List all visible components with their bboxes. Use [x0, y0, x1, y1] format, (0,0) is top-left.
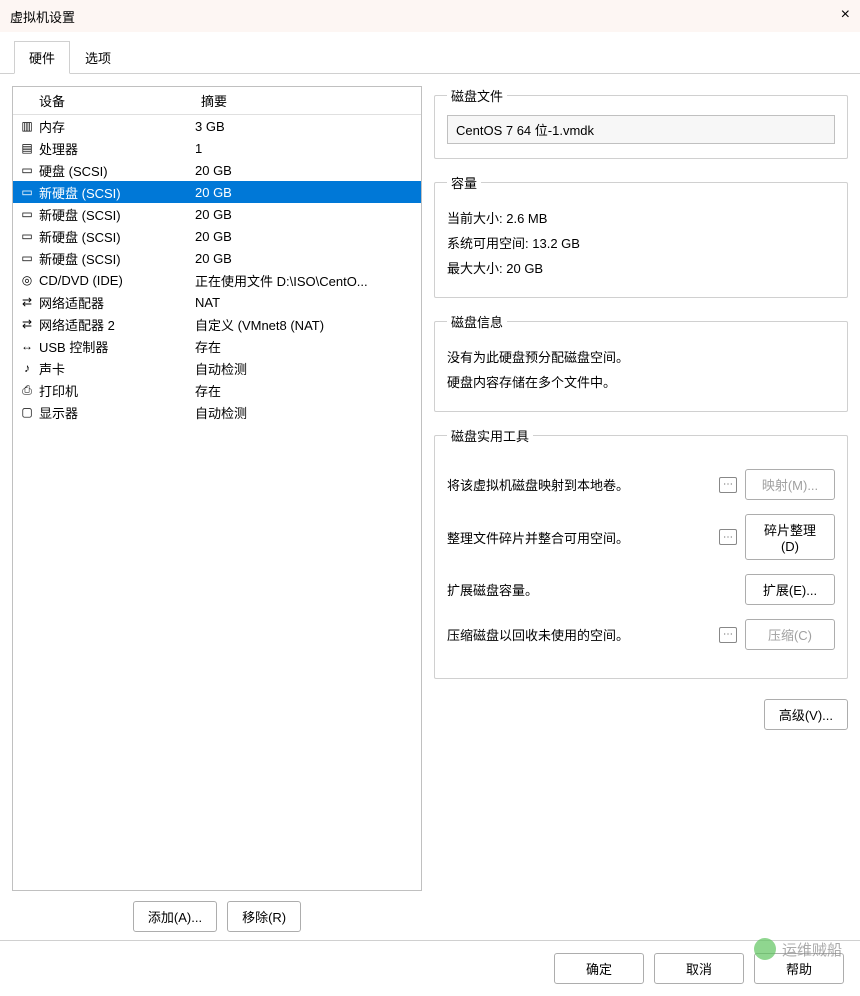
device-name: 新硬盘 (SCSI) [37, 249, 195, 268]
close-icon[interactable]: × [841, 6, 850, 24]
disk-icon: ▭ [17, 251, 37, 265]
device-summary: 存在 [195, 337, 417, 356]
util-expand-text: 扩展磁盘容量。 [447, 580, 711, 599]
device-summary: NAT [195, 295, 417, 310]
device-summary: 1 [195, 141, 417, 156]
disk-file-group: 磁盘文件 CentOS 7 64 位-1.vmdk [434, 86, 848, 159]
header-device[interactable]: 设备 [13, 87, 193, 114]
device-summary: 正在使用文件 D:\ISO\CentO... [195, 271, 417, 290]
network-icon: ⇄ [17, 317, 37, 331]
bottom-bar: 确定 取消 帮助 [0, 940, 860, 996]
disk-file-value[interactable]: CentOS 7 64 位-1.vmdk [447, 115, 835, 144]
device-summary: 自动检测 [195, 403, 417, 422]
device-row[interactable]: ⇄网络适配器NAT [13, 291, 421, 313]
device-summary: 自定义 (VMnet8 (NAT) [195, 315, 417, 334]
device-name: CD/DVD (IDE) [37, 273, 195, 288]
device-row[interactable]: ▤处理器1 [13, 137, 421, 159]
device-summary: 3 GB [195, 119, 417, 134]
ok-button[interactable]: 确定 [554, 953, 644, 984]
defrag-button[interactable]: 碎片整理(D) [745, 514, 835, 560]
util-defrag-text: 整理文件碎片并整合可用空间。 [447, 528, 711, 547]
hint-icon[interactable]: ⋯ [719, 477, 737, 493]
capacity-group: 容量 当前大小: 2.6 MB 系统可用空间: 13.2 GB 最大大小: 20… [434, 173, 848, 298]
device-list: 设备 摘要 ▥内存3 GB▤处理器1▭硬盘 (SCSI)20 GB▭新硬盘 (S… [12, 86, 422, 891]
disk-info-legend: 磁盘信息 [447, 312, 507, 331]
capacity-legend: 容量 [447, 173, 481, 192]
disk-file-legend: 磁盘文件 [447, 86, 507, 105]
device-name: 网络适配器 [37, 293, 195, 312]
sound-icon: ♪ [17, 361, 37, 375]
device-row[interactable]: ▭新硬盘 (SCSI)20 GB [13, 203, 421, 225]
titlebar: 虚拟机设置 × [0, 0, 860, 32]
device-row[interactable]: ♪声卡自动检测 [13, 357, 421, 379]
usb-icon: ↔ [17, 339, 37, 353]
device-name: 打印机 [37, 381, 195, 400]
disk-info-group: 磁盘信息 没有为此硬盘预分配磁盘空间。 硬盘内容存储在多个文件中。 [434, 312, 848, 412]
cpu-icon: ▤ [17, 141, 37, 155]
device-name: 处理器 [37, 139, 195, 158]
display-icon: ▢ [17, 405, 37, 419]
device-row[interactable]: ▭新硬盘 (SCSI)20 GB [13, 225, 421, 247]
device-summary: 20 GB [195, 163, 417, 178]
util-compact-text: 压缩磁盘以回收未使用的空间。 [447, 625, 711, 644]
tab-bar: 硬件 选项 [0, 40, 860, 74]
cd-icon: ◎ [17, 273, 37, 287]
disk-icon: ▭ [17, 207, 37, 221]
device-name: 新硬盘 (SCSI) [37, 205, 195, 224]
header-summary[interactable]: 摘要 [193, 87, 421, 114]
device-row[interactable]: ⇄网络适配器 2自定义 (VMnet8 (NAT) [13, 313, 421, 335]
device-summary: 存在 [195, 381, 417, 400]
tab-hardware[interactable]: 硬件 [14, 41, 70, 74]
device-summary: 自动检测 [195, 359, 417, 378]
tab-options[interactable]: 选项 [70, 41, 126, 74]
device-name: 硬盘 (SCSI) [37, 161, 195, 180]
device-summary: 20 GB [195, 207, 417, 222]
disk-utilities-legend: 磁盘实用工具 [447, 426, 533, 445]
device-name: 新硬盘 (SCSI) [37, 183, 195, 202]
device-row[interactable]: ▭新硬盘 (SCSI)20 GB [13, 181, 421, 203]
hint-icon[interactable]: ⋯ [719, 627, 737, 643]
disk-icon: ▭ [17, 185, 37, 199]
expand-button[interactable]: 扩展(E)... [745, 574, 835, 605]
map-button[interactable]: 映射(M)... [745, 469, 835, 500]
disk-icon: ▭ [17, 229, 37, 243]
disk-utilities-group: 磁盘实用工具 将该虚拟机磁盘映射到本地卷。 ⋯ 映射(M)... 整理文件碎片并… [434, 426, 848, 679]
capacity-current: 当前大小: 2.6 MB [447, 208, 835, 227]
device-summary: 20 GB [195, 185, 417, 200]
device-summary: 20 GB [195, 229, 417, 244]
network-icon: ⇄ [17, 295, 37, 309]
capacity-free: 系统可用空间: 13.2 GB [447, 233, 835, 252]
device-summary: 20 GB [195, 251, 417, 266]
disk-info-line2: 硬盘内容存储在多个文件中。 [447, 372, 835, 391]
disk-icon: ▭ [17, 163, 37, 177]
window-title: 虚拟机设置 [10, 7, 75, 26]
device-name: 显示器 [37, 403, 195, 422]
device-name: USB 控制器 [37, 337, 195, 356]
device-name: 内存 [37, 117, 195, 136]
hint-icon[interactable]: ⋯ [719, 529, 737, 545]
compact-button[interactable]: 压缩(C) [745, 619, 835, 650]
device-row[interactable]: ◎CD/DVD (IDE)正在使用文件 D:\ISO\CentO... [13, 269, 421, 291]
add-button[interactable]: 添加(A)... [133, 901, 217, 932]
device-row[interactable]: ▥内存3 GB [13, 115, 421, 137]
device-list-header: 设备 摘要 [13, 87, 421, 115]
device-row[interactable]: ↔USB 控制器存在 [13, 335, 421, 357]
advanced-button[interactable]: 高级(V)... [764, 699, 848, 730]
printer-icon: ⎙ [17, 383, 37, 398]
cancel-button[interactable]: 取消 [654, 953, 744, 984]
capacity-max: 最大大小: 20 GB [447, 258, 835, 277]
device-name: 网络适配器 2 [37, 315, 195, 334]
disk-info-line1: 没有为此硬盘预分配磁盘空间。 [447, 347, 835, 366]
device-name: 声卡 [37, 359, 195, 378]
remove-button[interactable]: 移除(R) [227, 901, 301, 932]
util-map-text: 将该虚拟机磁盘映射到本地卷。 [447, 475, 711, 494]
device-row[interactable]: ⎙打印机存在 [13, 379, 421, 401]
help-button[interactable]: 帮助 [754, 953, 844, 984]
device-row[interactable]: ▭硬盘 (SCSI)20 GB [13, 159, 421, 181]
device-row[interactable]: ▢显示器自动检测 [13, 401, 421, 423]
device-name: 新硬盘 (SCSI) [37, 227, 195, 246]
device-row[interactable]: ▭新硬盘 (SCSI)20 GB [13, 247, 421, 269]
memory-icon: ▥ [17, 119, 37, 133]
